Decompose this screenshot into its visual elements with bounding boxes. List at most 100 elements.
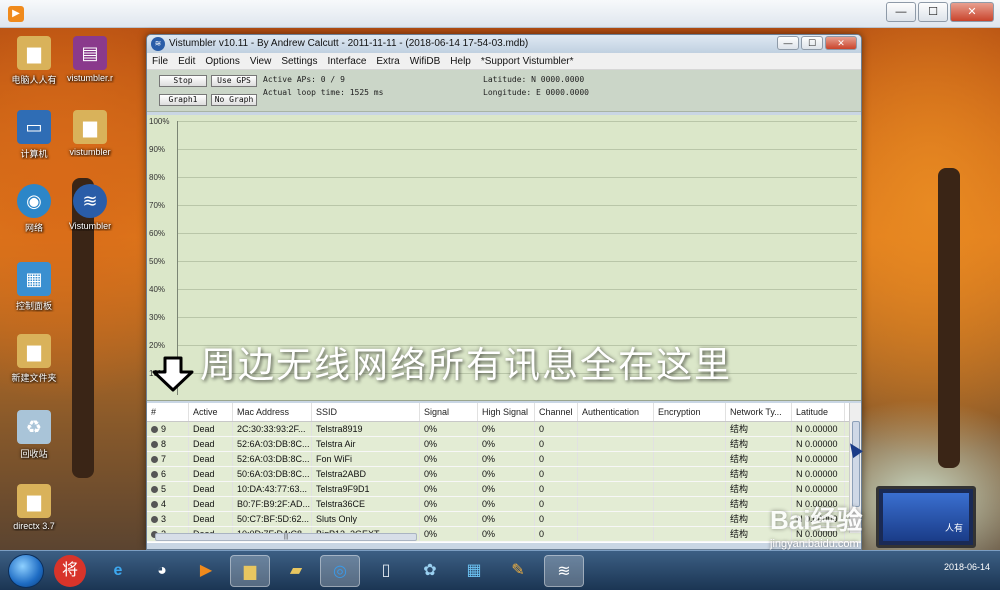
network-tool-icon[interactable]: ✿ (410, 555, 450, 587)
minimize-button[interactable]: — (777, 36, 799, 50)
maximize-button[interactable]: ☐ (801, 36, 823, 50)
table-cell (654, 497, 726, 511)
column-header[interactable]: Authentication (578, 403, 654, 421)
play-icon[interactable]: ▶ (8, 6, 24, 22)
folder-icon: ▆ (17, 36, 51, 70)
table-row[interactable]: 9 Dead 2C:30:33:93:2F... Telstra8919 0% 0% 0 结构… (147, 422, 861, 437)
document-icon[interactable]: ▯ (366, 555, 406, 587)
browser-360-icon[interactable]: 将 (54, 555, 86, 587)
table-cell (578, 497, 654, 511)
stop-button[interactable]: Stop (159, 75, 207, 87)
watermark-laptop-image: 人有 (876, 486, 976, 548)
table-cell: 0 (535, 452, 578, 466)
menu-settings[interactable]: Settings (276, 53, 322, 69)
row-number: 6 (161, 469, 167, 479)
menu-view[interactable]: View (245, 53, 277, 69)
table-row[interactable]: 4 Dead B0:7F:B9:2F:AD... Telstra36CE 0% 0% 0 结构… (147, 497, 861, 512)
table-cell: 0 (535, 437, 578, 451)
table-cell: 0% (478, 482, 535, 496)
close-button[interactable]: ✕ (950, 2, 994, 22)
graph-button[interactable]: Graph1 (159, 94, 207, 106)
menu-options[interactable]: Options (200, 53, 244, 69)
player-title-bar: ▶ — ☐ ✕ (0, 0, 1000, 28)
desktop-icon-new-folder[interactable]: ▆ 新建文件夹 (0, 334, 68, 384)
tree-trunk-right (938, 168, 960, 468)
table-cell: N 0.00000 (792, 437, 845, 451)
status-dot-icon (151, 456, 158, 463)
folder-icon[interactable]: ▰ (276, 555, 316, 587)
menu-help[interactable]: Help (445, 53, 476, 69)
desktop-icon-directx[interactable]: ▆ directx 3.7 (0, 484, 68, 531)
table-cell: Telstra2ABD (312, 467, 420, 481)
menu-extra[interactable]: Extra (371, 53, 404, 69)
table-row[interactable]: 7 Dead 52:6A:03:DB:8C... Fon WiFi 0% 0% 0 结构 N 0… (147, 452, 861, 467)
file-explorer-icon[interactable]: ▆ (230, 555, 270, 587)
desktop-icon-vistumbler[interactable]: ≋ Vistumbler (56, 184, 124, 231)
status-dot-icon (151, 501, 158, 508)
status-dot-icon (151, 516, 158, 523)
table-cell: 0% (478, 437, 535, 451)
table-row[interactable]: 8 Dead 52:6A:03:DB:8C... Telstra Air 0% 0% 0 结构… (147, 437, 861, 452)
table-cell: 结构 (726, 482, 792, 496)
menu-interface[interactable]: Interface (322, 53, 371, 69)
table-cell: 7 (147, 452, 189, 466)
control-panel-icon[interactable]: ▦ (454, 555, 494, 587)
internet-explorer-icon[interactable]: e (98, 555, 138, 587)
computer-icon: ▭ (17, 110, 51, 144)
table-cell: 0% (420, 497, 478, 511)
y-axis-label: 70% (149, 201, 166, 210)
menu-support[interactable]: *Support Vistumbler* (476, 53, 579, 69)
menu-edit[interactable]: Edit (173, 53, 200, 69)
maximize-button[interactable]: ☐ (918, 2, 948, 22)
gridline (178, 261, 857, 262)
media-player-icon[interactable]: ▶ (186, 555, 226, 587)
chrome-icon[interactable]: ◕ (142, 555, 182, 587)
control-panel-icon: ▦ (17, 262, 51, 296)
table-row[interactable]: 3 Dead 50:C7:BF:5D:62... Sluts Only 0% 0% 0 结构 N… (147, 512, 861, 527)
horizontal-scrollbar[interactable]: ||| (155, 533, 417, 541)
column-header[interactable]: Latitude (792, 403, 845, 421)
table-cell: 0% (478, 467, 535, 481)
desktop-icon-vistumbler-folder[interactable]: ▆ vistumbler (56, 110, 124, 157)
ap-table[interactable]: # Active Mac Address SSID Signal High Si… (147, 403, 861, 543)
vistumbler-icon: ≋ (73, 184, 107, 218)
table-cell: Fon WiFi (312, 452, 420, 466)
table-row[interactable]: 5 Dead 10:DA:43:77:63... Telstra9F9D1 0% 0% 0 结… (147, 482, 861, 497)
no-graph-button[interactable]: No Graph (211, 94, 257, 106)
row-number: 3 (161, 514, 167, 524)
column-header[interactable]: Channel (535, 403, 578, 421)
column-header[interactable]: Signal (420, 403, 478, 421)
scrollbar-thumb[interactable] (852, 421, 860, 507)
column-header[interactable]: Mac Address (233, 403, 312, 421)
y-axis-label: 90% (149, 145, 166, 154)
menu-wifidb[interactable]: WifiDB (405, 53, 446, 69)
vistumbler-icon[interactable]: ≋ (544, 555, 584, 587)
table-cell (578, 482, 654, 496)
table-cell: Telstra Air (312, 437, 420, 451)
desktop-icon-recycle-bin[interactable]: ♻ 回收站 (0, 410, 68, 460)
minimize-button[interactable]: — (886, 2, 916, 22)
use-gps-button[interactable]: Use GPS (211, 75, 257, 87)
table-cell (654, 512, 726, 526)
column-header[interactable]: # (147, 403, 189, 421)
row-number: 5 (161, 484, 167, 494)
paint-icon[interactable]: ✎ (498, 555, 538, 587)
desktop-icon-archive[interactable]: ▤ vistumbler.r (56, 36, 124, 83)
y-axis-label: 80% (149, 173, 166, 182)
table-cell (578, 437, 654, 451)
y-axis-label: 30% (149, 313, 166, 322)
table-cell: 0 (535, 467, 578, 481)
table-cell: Telstra36CE (312, 497, 420, 511)
close-button[interactable]: ✕ (825, 36, 857, 50)
column-header[interactable]: SSID (312, 403, 420, 421)
start-button[interactable] (8, 554, 44, 588)
table-row[interactable]: 6 Dead 50:6A:03:DB:8C... Telstra2ABD 0% 0% 0 结构… (147, 467, 861, 482)
column-header[interactable]: Encryption (654, 403, 726, 421)
vistumbler-orb-icon[interactable]: ◎ (320, 555, 360, 587)
menu-file[interactable]: File (147, 53, 173, 69)
column-header[interactable]: Active (189, 403, 233, 421)
column-header[interactable]: Network Ty... (726, 403, 792, 421)
desktop-icon-control-panel[interactable]: ▦ 控制面板 (0, 262, 68, 312)
column-header[interactable]: High Signal (478, 403, 535, 421)
desktop-icon-label: Vistumbler (68, 221, 112, 231)
